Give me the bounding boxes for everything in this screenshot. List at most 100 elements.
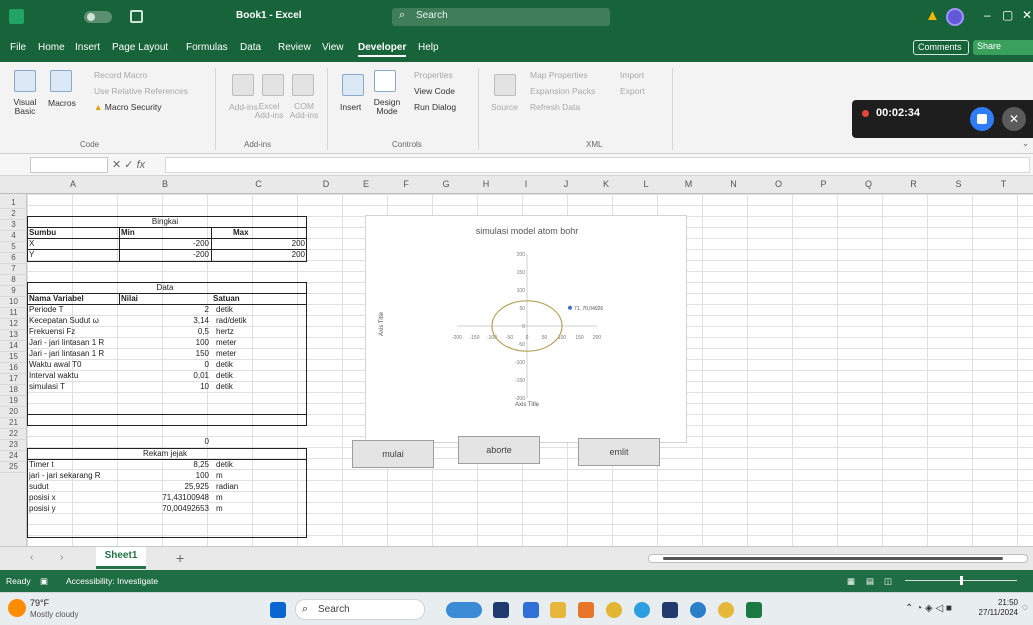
row-header-5[interactable]: 5 bbox=[0, 242, 27, 253]
data-variable-name[interactable]: Kecepatan Sudut ω bbox=[29, 316, 119, 326]
chart-title[interactable]: simulasi model atom bohr bbox=[476, 226, 579, 236]
column-header-m[interactable]: M bbox=[666, 179, 711, 189]
warning-icon[interactable]: ▲ bbox=[925, 7, 940, 24]
emlit-button[interactable]: emlit bbox=[578, 438, 660, 466]
row-header-25[interactable]: 25 bbox=[0, 462, 27, 473]
minimize-button[interactable]: – bbox=[984, 8, 991, 22]
formula-input[interactable] bbox=[165, 157, 1030, 173]
visual-basic-button[interactable]: Visual Basic bbox=[6, 98, 44, 116]
rekam-value[interactable]: 25,925 bbox=[121, 482, 209, 492]
row-header-17[interactable]: 17 bbox=[0, 374, 27, 385]
mulai-button[interactable]: mulai bbox=[352, 440, 434, 468]
menu-home[interactable]: Home bbox=[38, 42, 65, 53]
header-max[interactable]: Max bbox=[213, 228, 249, 238]
row-header-1[interactable]: 1 bbox=[0, 198, 27, 209]
chart-area[interactable]: simulasi model atom bohr -200 -150 -100 -50… bbox=[365, 215, 687, 443]
app-icon-blue[interactable] bbox=[690, 602, 706, 618]
row-header-15[interactable]: 15 bbox=[0, 352, 27, 363]
data-value[interactable]: 2 bbox=[121, 305, 209, 315]
properties-button[interactable]: Properties bbox=[414, 70, 453, 80]
menu-help[interactable]: Help bbox=[418, 42, 439, 53]
xml-source-button[interactable]: Source bbox=[491, 102, 518, 112]
cell-b18[interactable]: 0 bbox=[121, 437, 209, 447]
clock[interactable]: 21:50 27/11/2024 bbox=[978, 598, 1018, 618]
data-title[interactable]: Data bbox=[119, 283, 211, 293]
menu-file[interactable]: File bbox=[10, 42, 26, 53]
column-header-a[interactable]: A bbox=[27, 179, 119, 189]
row-header-12[interactable]: 12 bbox=[0, 319, 27, 330]
menu-data[interactable]: Data bbox=[240, 42, 261, 53]
save-icon[interactable] bbox=[130, 10, 143, 23]
header-nama-variabel[interactable]: Nama Variabel bbox=[29, 294, 84, 304]
insert-control-button[interactable]: Insert bbox=[340, 102, 361, 112]
gear-icon[interactable] bbox=[262, 74, 284, 96]
refresh-data-button[interactable]: Refresh Data bbox=[530, 102, 580, 112]
mic-muted-icon[interactable]: ✕ bbox=[1002, 107, 1026, 131]
data-variable-name[interactable]: Jari - jari lintasan 1 R bbox=[29, 338, 119, 348]
weather-temp[interactable]: 79°F bbox=[30, 598, 49, 608]
data-value[interactable]: 3,14 bbox=[121, 316, 209, 326]
row-header-14[interactable]: 14 bbox=[0, 341, 27, 352]
column-header-k[interactable]: K bbox=[586, 179, 626, 189]
file-explorer-icon[interactable] bbox=[550, 602, 566, 618]
x-axis-title[interactable]: Axis Title bbox=[515, 402, 540, 408]
row-header-9[interactable]: 9 bbox=[0, 286, 27, 297]
data-unit[interactable]: rad/detik bbox=[213, 316, 303, 326]
column-header-t[interactable]: T bbox=[981, 179, 1026, 189]
rekam-unit[interactable]: m bbox=[213, 504, 303, 514]
relative-references-button[interactable]: Use Relative References bbox=[94, 86, 188, 96]
data-variable-name[interactable]: simulasi T bbox=[29, 382, 119, 392]
menu-formulas[interactable]: Formulas bbox=[186, 42, 228, 53]
row-header-6[interactable]: 6 bbox=[0, 253, 27, 264]
macro-record-icon[interactable]: ▣ bbox=[40, 576, 48, 587]
data-value[interactable]: 0,5 bbox=[121, 327, 209, 337]
cancel-icon[interactable]: ✕ bbox=[112, 159, 121, 171]
copilot-icon[interactable] bbox=[523, 602, 539, 618]
column-header-s[interactable]: S bbox=[936, 179, 981, 189]
export-button[interactable]: Export bbox=[620, 86, 645, 96]
page-layout-icon[interactable]: ▤ bbox=[866, 576, 874, 587]
column-header-n[interactable]: N bbox=[711, 179, 756, 189]
data-variable-name[interactable]: Frekuensi Fz bbox=[29, 327, 119, 337]
data-variable-name[interactable]: Periode T bbox=[29, 305, 119, 315]
row-header-10[interactable]: 10 bbox=[0, 297, 27, 308]
import-button[interactable]: Import bbox=[620, 70, 644, 80]
header-min[interactable]: Min bbox=[121, 228, 135, 238]
normal-view-icon[interactable]: ▦ bbox=[847, 576, 855, 587]
widgets-icon[interactable] bbox=[446, 602, 482, 618]
record-macro-button[interactable]: Record Macro bbox=[94, 70, 147, 80]
row-header-8[interactable]: 8 bbox=[0, 275, 27, 286]
maximize-button[interactable]: ▢ bbox=[1002, 8, 1013, 22]
row-header-22[interactable]: 22 bbox=[0, 429, 27, 440]
weather-icon[interactable] bbox=[8, 599, 26, 617]
comments-button[interactable]: Comments bbox=[913, 40, 969, 55]
rekam-unit[interactable]: radian bbox=[213, 482, 303, 492]
header-sumbu[interactable]: Sumbu bbox=[29, 228, 56, 238]
store-icon[interactable] bbox=[662, 602, 678, 618]
rekam-label[interactable]: posisi x bbox=[29, 493, 119, 503]
task-view-icon[interactable] bbox=[493, 602, 509, 618]
row-header-16[interactable]: 16 bbox=[0, 363, 27, 374]
name-box[interactable] bbox=[30, 157, 108, 173]
windows-start-icon[interactable] bbox=[270, 602, 286, 618]
row-header-13[interactable]: 13 bbox=[0, 330, 27, 341]
notification-icon[interactable]: ◌ bbox=[1022, 602, 1028, 613]
run-dialog-button[interactable]: Run Dialog bbox=[414, 102, 456, 112]
excel-taskbar-icon[interactable] bbox=[746, 602, 762, 618]
add-ins-icon[interactable] bbox=[232, 74, 254, 96]
column-header-p[interactable]: P bbox=[801, 179, 846, 189]
weather-desc[interactable]: Mostly cloudy bbox=[30, 610, 78, 619]
data-unit[interactable]: meter bbox=[213, 349, 303, 359]
cell-y-min[interactable]: -200 bbox=[121, 250, 209, 260]
data-unit[interactable]: detik bbox=[213, 305, 303, 315]
data-unit[interactable]: hertz bbox=[213, 327, 303, 337]
page-break-icon[interactable]: ◫ bbox=[884, 576, 892, 587]
add-sheet-button[interactable]: + bbox=[176, 550, 184, 566]
column-header-c[interactable]: C bbox=[211, 179, 306, 189]
insert-control-icon[interactable] bbox=[342, 74, 364, 96]
horizontal-scrollbar[interactable] bbox=[648, 554, 1028, 563]
share-button[interactable]: Share bbox=[973, 40, 1033, 55]
tray-icons[interactable]: ⌃ ◔ ◈ ◁ ■ bbox=[905, 603, 952, 614]
row-header-21[interactable]: 21 bbox=[0, 418, 27, 429]
macros-icon[interactable] bbox=[50, 70, 72, 92]
